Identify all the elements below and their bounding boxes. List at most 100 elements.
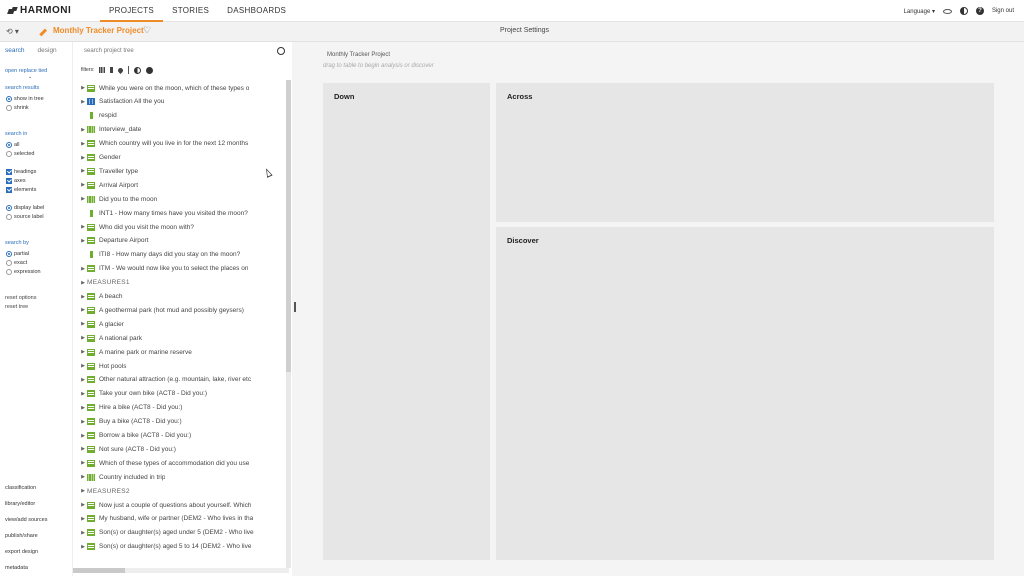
nav-tab-dashboards[interactable]: DASHBOARDS bbox=[218, 0, 295, 22]
link-view-add-sources[interactable]: view/add sources bbox=[5, 517, 48, 523]
tree-row[interactable]: ▶ While you were on the moon, which of th… bbox=[79, 82, 286, 94]
expand-caret-icon[interactable]: ▶ bbox=[79, 391, 87, 397]
expand-caret-icon[interactable]: ▶ bbox=[79, 141, 87, 147]
check-headings[interactable]: headings bbox=[6, 169, 36, 175]
tree-row[interactable]: ▶ Traveller type bbox=[79, 165, 286, 177]
link-export-design[interactable]: export design bbox=[5, 549, 38, 555]
tree-vertical-scrollbar[interactable] bbox=[286, 80, 291, 568]
option-selected[interactable]: selected bbox=[6, 151, 35, 157]
pin-filter-icon[interactable] bbox=[117, 66, 125, 74]
contrast-icon[interactable] bbox=[959, 7, 968, 15]
expand-caret-icon[interactable]: ▶ bbox=[79, 224, 87, 230]
expand-caret-icon[interactable]: ▶ bbox=[79, 405, 87, 411]
option-expression[interactable]: expression bbox=[6, 269, 41, 275]
tree-row[interactable]: ▶ Borrow a bike (ACT8 - Did you:) bbox=[79, 430, 286, 442]
language-dropdown[interactable]: Language ▾ bbox=[904, 8, 935, 15]
tree-row[interactable]: ▶ A national park bbox=[79, 332, 286, 344]
tree-row[interactable]: ▶ A marine park or marine reserve bbox=[79, 346, 286, 358]
expand-caret-icon[interactable]: ▶ bbox=[79, 335, 87, 341]
tree-row[interactable]: ▶ Other natural attraction (e.g. mountain… bbox=[79, 374, 286, 386]
panel-resize-handle[interactable] bbox=[292, 42, 299, 576]
expand-caret-icon[interactable]: ▶ bbox=[79, 460, 87, 466]
tree-row[interactable]: ▶ Gender bbox=[79, 152, 286, 164]
tree-row[interactable]: ▶ Satisfaction All the you bbox=[79, 96, 286, 108]
tree-row[interactable]: ▶ Which country will you live in for the … bbox=[79, 138, 286, 150]
tree-row[interactable]: ▶ Departure Airport bbox=[79, 235, 286, 247]
expand-caret-icon[interactable]: ▶ bbox=[79, 155, 87, 161]
chevron-down-icon[interactable]: ⌄ bbox=[28, 74, 32, 80]
drop-zone-down[interactable]: Down bbox=[323, 83, 490, 560]
expand-caret-icon[interactable]: ▶ bbox=[79, 196, 87, 202]
tab-design[interactable]: design bbox=[38, 47, 57, 54]
open-replace-tied-link[interactable]: open replace tied bbox=[5, 68, 47, 74]
sign-out-link[interactable]: Sign out bbox=[992, 8, 1014, 14]
tree-row[interactable]: ▶ Which of these types of accommodation d… bbox=[79, 457, 286, 469]
tree-row[interactable]: ▶ Who did you visit the moon with? bbox=[79, 221, 286, 233]
tree-row[interactable]: ▶ Buy a bike (ACT8 - Did you:) bbox=[79, 416, 286, 428]
tree-row[interactable]: ▶ Now just a couple of questions about yo… bbox=[79, 499, 286, 511]
tree-row[interactable]: ▶ Country included in trip bbox=[79, 471, 286, 483]
tree-row[interactable]: ▶ A glacier bbox=[79, 318, 286, 330]
variable-filter-icon[interactable] bbox=[110, 67, 114, 73]
link-classification[interactable]: classification bbox=[5, 485, 36, 491]
option-show-in-tree[interactable]: show in tree bbox=[6, 96, 44, 102]
tree-row[interactable]: ▶ Take your own bike (ACT8 - Did you:) bbox=[79, 388, 286, 400]
expand-caret-icon[interactable]: ▶ bbox=[79, 238, 87, 244]
expand-caret-icon[interactable]: ▶ bbox=[79, 321, 87, 327]
tree-row[interactable]: respid bbox=[79, 110, 286, 122]
expand-caret-icon[interactable]: ▶ bbox=[79, 433, 87, 439]
expand-caret-icon[interactable]: ▶ bbox=[79, 266, 87, 272]
tree-row[interactable]: ▶ My husband, wife or partner (DEM2 - Who… bbox=[79, 513, 286, 525]
tree-row[interactable]: ▶ Did you to the moon bbox=[79, 193, 286, 205]
tree-row[interactable]: ▶ Hire a bike (ACT8 - Did you:) bbox=[79, 402, 286, 414]
tree-row[interactable]: ▶ Not sure (ACT8 - Did you:) bbox=[79, 443, 286, 455]
reset-tree-link[interactable]: reset tree bbox=[5, 304, 28, 310]
nav-tab-projects[interactable]: PROJECTS bbox=[100, 0, 164, 22]
tree-row[interactable]: ▶ MEASURES2 bbox=[79, 485, 286, 497]
expand-caret-icon[interactable]: ▶ bbox=[79, 530, 87, 536]
help-icon[interactable]: ? bbox=[975, 7, 984, 15]
tree-row[interactable]: ▶ Hot pools bbox=[79, 360, 286, 372]
option-shrink[interactable]: shrink bbox=[6, 105, 29, 111]
tree-horizontal-scrollbar[interactable] bbox=[73, 568, 289, 573]
expand-caret-icon[interactable]: ▶ bbox=[79, 502, 87, 508]
tree-row[interactable]: ▶ A geothermal park (hot mud and possibly… bbox=[79, 304, 286, 316]
tree-row[interactable]: ▶ Son(s) or daughter(s) aged under 5 (DEM… bbox=[79, 527, 286, 539]
tree-row[interactable]: ▶ ITM - We would now like you to select t… bbox=[79, 263, 286, 275]
drop-zone-across[interactable]: Across bbox=[496, 83, 994, 222]
drop-zone-discover[interactable]: Discover bbox=[496, 227, 994, 560]
check-elements[interactable]: elements bbox=[6, 187, 36, 193]
option-partial[interactable]: partial bbox=[6, 251, 29, 257]
circle-filter-icon[interactable] bbox=[146, 66, 154, 74]
option-source-label[interactable]: source label bbox=[6, 214, 44, 220]
expand-caret-icon[interactable]: ▶ bbox=[79, 127, 87, 133]
expand-caret-icon[interactable]: ▶ bbox=[79, 182, 87, 188]
expand-caret-icon[interactable]: ▶ bbox=[79, 307, 87, 313]
search-icon[interactable] bbox=[277, 47, 285, 55]
expand-caret-icon[interactable]: ▶ bbox=[79, 363, 87, 369]
link-metadata[interactable]: metadata bbox=[5, 565, 28, 571]
search-input[interactable]: search project tree bbox=[81, 47, 286, 58]
contrast-filter-icon[interactable] bbox=[134, 66, 142, 74]
tree-row[interactable]: ▶ A beach bbox=[79, 291, 286, 303]
tab-search[interactable]: search bbox=[5, 47, 25, 54]
expand-caret-icon[interactable]: ▶ bbox=[79, 474, 87, 480]
expand-caret-icon[interactable]: ▶ bbox=[79, 488, 87, 494]
expand-caret-icon[interactable]: ▶ bbox=[79, 446, 87, 452]
tree-row[interactable]: INT1 - How many times have you visited t… bbox=[79, 207, 286, 219]
expand-caret-icon[interactable]: ▶ bbox=[79, 280, 87, 286]
tree-row[interactable]: ▶ Arrival Airport bbox=[79, 179, 286, 191]
expand-caret-icon[interactable]: ▶ bbox=[79, 85, 87, 91]
reset-options-link[interactable]: reset options bbox=[5, 295, 37, 301]
expand-caret-icon[interactable]: ▶ bbox=[79, 99, 87, 105]
expand-caret-icon[interactable]: ▶ bbox=[79, 544, 87, 550]
tree-row[interactable]: ▶ Son(s) or daughter(s) aged 5 to 14 (DEM… bbox=[79, 541, 286, 553]
tree-row[interactable]: ITI8 - How many days did you stay on the… bbox=[79, 249, 286, 261]
expand-caret-icon[interactable]: ▶ bbox=[79, 377, 87, 383]
option-exact[interactable]: exact bbox=[6, 260, 27, 266]
expand-caret-icon[interactable]: ▶ bbox=[79, 349, 87, 355]
tree-row[interactable]: ▶ MEASURES1 bbox=[79, 277, 286, 289]
option-display-label[interactable]: display label bbox=[6, 205, 44, 211]
link-publish-share[interactable]: publish/share bbox=[5, 533, 38, 539]
grid-filter-icon[interactable] bbox=[99, 67, 106, 73]
